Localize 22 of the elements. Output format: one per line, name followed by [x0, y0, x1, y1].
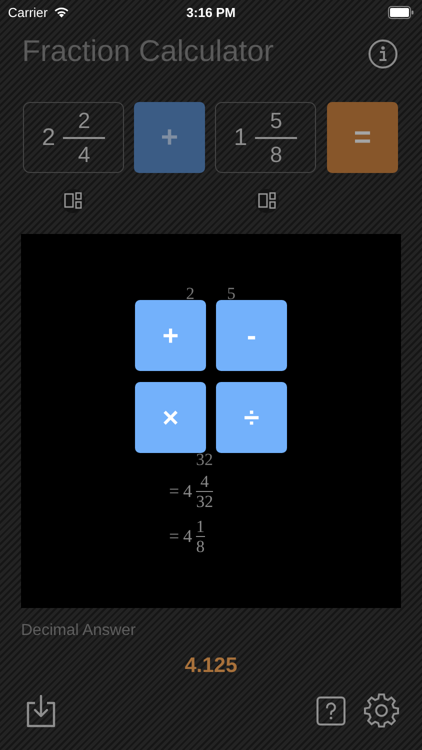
operator-button[interactable]: + — [134, 102, 205, 173]
status-time: 3:16 PM — [186, 4, 236, 20]
math-fragment: 32 — [196, 450, 213, 470]
operator-option[interactable]: × — [135, 382, 206, 453]
help-icon[interactable] — [316, 696, 346, 726]
carrier-name: Carrier — [8, 4, 48, 20]
decimal-label: Decimal Answer — [20, 622, 137, 640]
layout-toggle-icon[interactable] — [61, 189, 85, 213]
operator-option[interactable]: ÷ — [216, 382, 287, 453]
fraction-field[interactable]: 1 5 8 — [215, 102, 316, 173]
fraction-field[interactable]: 2 2 4 — [23, 102, 124, 173]
settings-icon[interactable] — [364, 693, 399, 728]
layout-toggle-icon[interactable] — [255, 189, 279, 213]
decimal-answer: 4.125 — [184, 654, 238, 678]
battery-icon — [388, 6, 414, 18]
equals-button[interactable]: = — [327, 102, 398, 173]
wifi-icon — [52, 6, 70, 18]
info-icon[interactable] — [368, 39, 398, 69]
download-icon[interactable] — [26, 694, 56, 728]
app-title: Fraction Calculator — [22, 35, 274, 69]
operator-option[interactable]: + — [135, 300, 206, 371]
operator-option[interactable]: - — [216, 300, 287, 371]
